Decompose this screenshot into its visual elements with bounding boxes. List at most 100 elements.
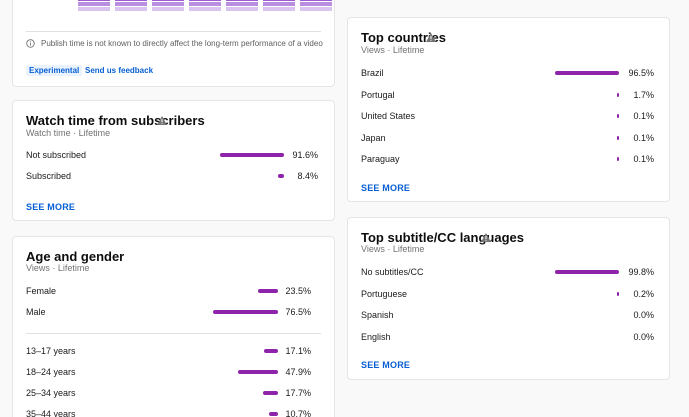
row-value: 0.0% — [633, 310, 654, 320]
row-label: 13–17 years — [26, 346, 76, 356]
row-label: Subscribed — [26, 171, 72, 181]
row-value: 76.5% — [285, 307, 311, 317]
watch-time-subscribers-card: Watch time from subscribers Watch time ·… — [12, 100, 335, 221]
percentage-bar — [219, 153, 284, 157]
row-label: 18–24 years — [26, 367, 76, 377]
divider — [26, 31, 321, 32]
age-gender-card: Age and gender Views · Lifetime Female 23… — [12, 236, 335, 417]
row-label: Brazil — [361, 68, 384, 78]
see-more-button[interactable]: SEE MORE — [361, 360, 410, 370]
list-item: Japan 0.1% — [348, 129, 669, 151]
row-value: 8.4% — [297, 171, 318, 181]
row-value: 47.9% — [285, 367, 311, 377]
list-item: United States 0.1% — [348, 107, 669, 129]
heatmap-column — [115, 0, 147, 12]
row-label: Portugal — [361, 89, 395, 100]
row-value: 99.8% — [628, 267, 654, 277]
list-item: Not subscribed 91.6% — [13, 146, 334, 168]
heatmap-cell — [263, 2, 295, 6]
heatmap-cell — [226, 7, 258, 11]
list-item: Paraguay 0.1% — [348, 150, 669, 172]
see-more-button[interactable]: SEE MORE — [26, 202, 75, 212]
row-value: 23.5% — [285, 286, 311, 296]
row-label: 35–44 years — [26, 409, 76, 417]
row-value: 10.7% — [285, 409, 311, 417]
row-label: Portuguese — [361, 288, 408, 299]
list-item: 35–44 years 10.7% — [13, 405, 334, 417]
row-value: 0.1% — [633, 132, 654, 143]
row-label: Spanish — [361, 310, 394, 320]
heatmap-cell — [300, 2, 332, 6]
heatmap-cell — [189, 2, 221, 6]
list-item: Male 76.5% — [13, 303, 334, 325]
row-label: No subtitles/CC — [361, 267, 424, 277]
row-label: 25–34 years — [26, 388, 76, 398]
list-item: Female 23.5% — [13, 282, 334, 304]
row-value: 0.1% — [633, 154, 654, 164]
list-item: No subtitles/CC 99.8% — [348, 263, 669, 285]
heatmap-cell — [189, 7, 221, 11]
heatmap-cell — [226, 0, 258, 1]
heatmap-cell — [78, 2, 110, 6]
row-label: Male — [26, 307, 46, 317]
heatmap-column — [189, 0, 221, 12]
card-title: Age and gender — [26, 249, 125, 264]
percentage-bar — [555, 71, 619, 75]
publish-time-card: Publish time is not known to directly af… — [12, 0, 335, 87]
percentage-bar — [555, 270, 619, 274]
heatmap-cell — [78, 0, 110, 1]
list-item: 13–17 years 17.1% — [13, 342, 334, 364]
send-feedback-link[interactable]: Send us feedback — [85, 66, 153, 75]
list-item: English 0.0% — [348, 328, 669, 350]
heatmap-cell — [300, 0, 332, 1]
row-label: Female — [26, 286, 57, 296]
row-label: English — [361, 331, 391, 342]
row-value: 1.7% — [633, 89, 654, 100]
heatmap-cell — [152, 2, 184, 6]
row-value: 96.5% — [628, 68, 654, 78]
top-countries-card: Top countries Views · Lifetime Brazil 96.… — [347, 17, 670, 202]
row-value: 0.0% — [633, 331, 654, 342]
warning-icon[interactable] — [426, 33, 436, 42]
percentage-bar — [212, 310, 278, 314]
heatmap-column — [300, 0, 332, 12]
row-value: 0.1% — [633, 111, 654, 121]
heatmap-column — [78, 0, 110, 12]
heatmap-cell — [115, 0, 147, 1]
card-subtitle: Views · Lifetime — [361, 244, 425, 254]
heatmap-column — [152, 0, 184, 12]
list-item: 18–24 years 47.9% — [13, 363, 334, 385]
row-value: 0.2% — [633, 288, 654, 299]
card-subtitle: Views · Lifetime — [26, 263, 90, 273]
list-item: Spanish 0.0% — [348, 306, 669, 328]
heatmap-column — [226, 0, 258, 12]
heatmap-cell — [189, 0, 221, 1]
warning-icon[interactable] — [157, 116, 167, 125]
row-value: 17.7% — [285, 388, 311, 398]
heatmap-cell — [152, 0, 184, 1]
list-item: Portugal 1.7% — [348, 86, 669, 108]
warning-icon[interactable] — [481, 233, 491, 242]
row-value: 91.6% — [292, 150, 318, 160]
heatmap-column — [263, 0, 295, 12]
card-subtitle: Watch time · Lifetime — [26, 128, 111, 138]
list-item: 25–34 years 17.7% — [13, 384, 334, 406]
list-item: Brazil 96.5% — [348, 64, 669, 86]
row-label: Japan — [361, 132, 386, 143]
info-icon — [26, 39, 35, 48]
see-more-button[interactable]: SEE MORE — [361, 183, 410, 193]
heatmap-cell — [78, 7, 110, 11]
divider — [26, 333, 321, 334]
list-item: Subscribed 8.4% — [13, 167, 334, 189]
row-label: Not subscribed — [26, 150, 87, 160]
heatmap-cell — [226, 2, 258, 6]
list-item: Portuguese 0.2% — [348, 285, 669, 307]
card-title: Top subtitle/CC languages — [361, 230, 524, 245]
heatmap-cell — [263, 7, 295, 11]
row-value: 17.1% — [285, 346, 311, 356]
heatmap-cell — [300, 7, 332, 11]
top-subtitles-card: Top subtitle/CC languages Views · Lifeti… — [347, 217, 670, 380]
heatmap-cell — [115, 2, 147, 6]
card-subtitle: Views · Lifetime — [361, 45, 425, 55]
card-title: Watch time from subscribers — [26, 113, 205, 128]
